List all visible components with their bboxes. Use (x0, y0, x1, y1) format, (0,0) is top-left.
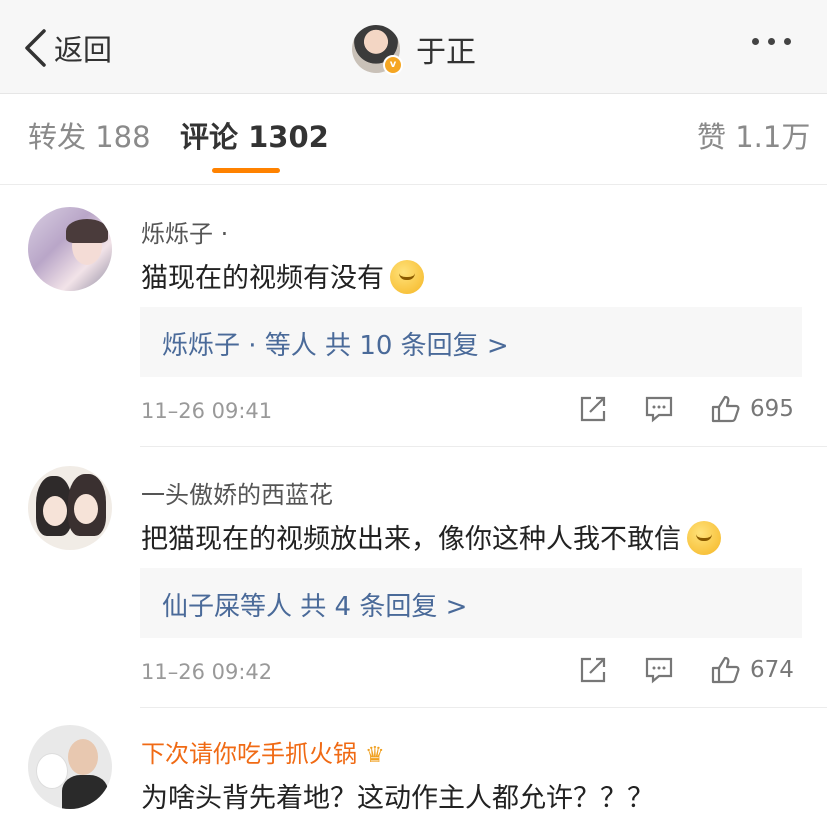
comment-item: 下次请你吃手抓火锅 ♛ 为啥头背先着地？这动作主人都允许？？？ (0, 708, 827, 829)
chevron-left-icon (25, 29, 46, 67)
smirk-emoji-icon (687, 520, 721, 555)
tab-repost[interactable]: 转发 188 (28, 114, 151, 156)
like-icon[interactable] (710, 655, 740, 685)
comment-timestamp: 11–26 09:42 (141, 660, 273, 684)
reply-summary: 烁烁子 · 等人 共 10 条回复 > (162, 331, 509, 361)
comment-icon[interactable] (644, 394, 674, 424)
share-icon[interactable] (578, 655, 608, 685)
crown-icon: ♛ (365, 743, 385, 768)
like-icon[interactable] (710, 394, 740, 424)
comment-text: 把猫现在的视频放出来，像你这种人我不敢信 (141, 524, 681, 555)
back-button[interactable]: 返回 (22, 26, 112, 70)
comment-text-row: 把猫现在的视频放出来，像你这种人我不敢信 (141, 517, 721, 558)
verified-badge-icon: v (383, 55, 403, 75)
share-icon[interactable] (578, 394, 608, 424)
reply-summary-box[interactable]: 烁烁子 · 等人 共 10 条回复 > (140, 307, 802, 377)
tab-bar: 转发 188 评论 1302 赞 1.1万 (0, 94, 827, 185)
commenter-name[interactable]: 一头傲娇的西蓝花 (141, 475, 333, 510)
comment-actions: 674 (578, 655, 794, 685)
like-count: 674 (750, 657, 794, 683)
tab-comment[interactable]: 评论 1302 (180, 114, 329, 156)
reply-summary-box[interactable]: 仙子屎等人 共 4 条回复 > (140, 568, 802, 638)
comment-timestamp: 11–26 09:41 (141, 399, 273, 423)
post-author[interactable]: v 于正 (352, 24, 476, 75)
author-name: 于正 (416, 35, 476, 70)
comment-text: 猫现在的视频有没有 (141, 263, 384, 294)
active-tab-indicator (212, 168, 280, 173)
back-label: 返回 (54, 33, 113, 67)
comment-item: 一头傲娇的西蓝花 把猫现在的视频放出来，像你这种人我不敢信 仙子屎等人 共 4 … (0, 447, 827, 707)
thinking-emoji-icon (390, 259, 424, 294)
author-avatar[interactable]: v (352, 25, 403, 75)
comment-text: 为啥头背先着地？这动作主人都允许？？？ (141, 783, 654, 814)
comment-item: 烁烁子 · 猫现在的视频有没有 烁烁子 · 等人 共 10 条回复 > 11–2… (0, 186, 827, 446)
tab-like[interactable]: 赞 1.1万 (697, 114, 810, 156)
commenter-name-row: 下次请你吃手抓火锅 ♛ (141, 734, 385, 769)
commenter-avatar[interactable] (28, 207, 112, 291)
commenter-avatar[interactable] (28, 466, 112, 550)
commenter-name[interactable]: 烁烁子 · (141, 214, 228, 249)
reply-summary: 仙子屎等人 共 4 条回复 > (162, 592, 468, 622)
comment-actions: 695 (578, 394, 794, 424)
more-options-icon[interactable] (752, 38, 791, 45)
comment-text-row: 猫现在的视频有没有 (141, 256, 424, 297)
like-count: 695 (750, 396, 794, 422)
commenter-avatar[interactable] (28, 725, 112, 809)
comment-text-row: 为啥头背先着地？这动作主人都允许？？？ (141, 776, 654, 815)
commenter-name[interactable]: 下次请你吃手抓火锅 (141, 740, 357, 768)
comment-icon[interactable] (644, 655, 674, 685)
